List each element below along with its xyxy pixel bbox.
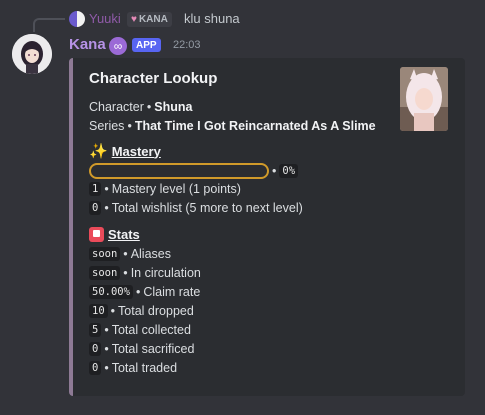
- embed-title: Character Lookup: [89, 70, 218, 87]
- app-badge: APP: [132, 38, 161, 52]
- separator: •: [104, 323, 109, 337]
- stats-row: 0 • Total traded: [89, 361, 177, 375]
- series-name: That Time I Got Reincarnated As A Slime: [134, 119, 376, 133]
- stats-value: soon: [89, 266, 121, 280]
- stats-value: soon: [89, 247, 121, 261]
- separator: •: [104, 201, 109, 215]
- reply-tag-label: KANA: [138, 14, 168, 25]
- wishlist-text: Total wishlist (5 more to next level): [111, 201, 303, 215]
- stats-value: 50.00%: [89, 285, 133, 299]
- stats-row: soon • Aliases: [89, 247, 171, 261]
- separator: •: [104, 182, 109, 196]
- character-embed: Character Lookup Character • Shuna Serie…: [69, 58, 465, 396]
- reply-server-tag: ♥ KANA: [127, 12, 172, 27]
- separator: •: [272, 164, 277, 178]
- separator: •: [104, 361, 109, 375]
- stats-value: 10: [89, 304, 108, 318]
- reply-avatar[interactable]: [69, 11, 85, 27]
- separator: •: [123, 266, 128, 280]
- stats-row: 10 • Total dropped: [89, 304, 194, 318]
- character-line: Character • Shuna: [89, 100, 192, 114]
- stats-value: 0: [89, 342, 102, 356]
- mastery-level-text: Mastery level (1 points): [111, 182, 241, 196]
- separator: •: [127, 119, 132, 133]
- character-thumbnail[interactable]: [400, 67, 448, 131]
- message-timestamp[interactable]: 22:03: [173, 39, 201, 51]
- stats-label: Aliases: [130, 247, 171, 261]
- series-label: Series: [89, 119, 125, 133]
- stats-row: 0 • Total sacrificed: [89, 342, 194, 356]
- stats-label: In circulation: [130, 266, 201, 280]
- series-line: Series • That Time I Got Reincarnated As…: [89, 119, 376, 133]
- stats-row: 50.00% • Claim rate: [89, 285, 200, 299]
- stats-row: 5 • Total collected: [89, 323, 191, 337]
- mastery-progress-bar: [89, 163, 269, 179]
- mastery-level-value: 1: [89, 182, 102, 196]
- reply-connector: [33, 18, 65, 32]
- message-username[interactable]: Kana: [69, 36, 106, 53]
- bookmark-icon: [89, 227, 104, 242]
- stats-row: soon • In circulation: [89, 266, 201, 280]
- separator: •: [123, 247, 128, 261]
- mastery-progress-line: • 0%: [89, 163, 299, 179]
- mastery-heading-text: Mastery: [111, 143, 161, 159]
- reply-message-text[interactable]: klu shuna: [184, 11, 240, 26]
- wishlist-value: 0: [89, 201, 102, 215]
- stats-heading: Stats: [89, 227, 140, 242]
- reply-username[interactable]: Yuuki: [89, 11, 121, 26]
- separator: •: [135, 285, 141, 299]
- heart-icon: ♥: [131, 14, 137, 25]
- character-label: Character: [89, 100, 144, 114]
- stats-value: 5: [89, 323, 102, 337]
- stats-heading-text: Stats: [108, 227, 140, 242]
- separator: •: [104, 342, 109, 356]
- stats-value: 0: [89, 361, 102, 375]
- stats-label: Claim rate: [143, 285, 201, 299]
- infinity-icon: ∞: [109, 37, 127, 55]
- sparkles-icon: ✨: [89, 143, 108, 160]
- stats-label: Total dropped: [118, 304, 194, 318]
- mastery-progress-value: 0%: [279, 164, 299, 178]
- avatar[interactable]: [12, 34, 52, 74]
- separator: •: [110, 304, 116, 318]
- mastery-level-line: 1 • Mastery level (1 points): [89, 182, 241, 196]
- separator: •: [146, 100, 152, 114]
- wishlist-line: 0 • Total wishlist (5 more to next level…: [89, 201, 303, 215]
- stats-label: Total traded: [111, 361, 178, 375]
- stats-label: Total sacrificed: [111, 342, 195, 356]
- character-name: Shuna: [154, 100, 193, 114]
- mastery-heading: ✨ Mastery: [89, 142, 161, 160]
- stats-label: Total collected: [111, 323, 191, 337]
